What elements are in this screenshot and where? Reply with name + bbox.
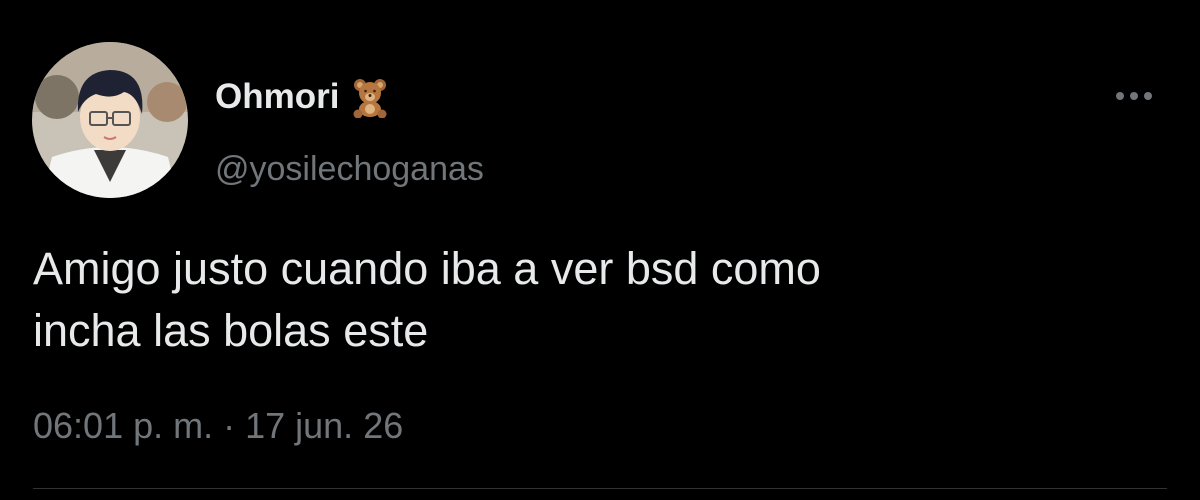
avatar-image [32,42,188,198]
display-name[interactable]: Ohmori [215,77,339,117]
more-horizontal-icon [1116,92,1152,100]
more-options-button[interactable] [1108,78,1160,114]
avatar[interactable] [32,42,188,198]
author-handle[interactable]: @yosilechoganas [215,150,484,189]
tweet-text: Amigo justo cuando iba a ver bsd como in… [33,243,821,356]
tweet-card: Ohmori @yosilechoganas Amigo justo cuand… [0,0,1200,500]
divider [33,488,1167,489]
teddy-bear-icon [349,76,391,119]
author-name-row: Ohmori [215,74,391,120]
tweet-timestamp[interactable]: 06:01 p. m. · 17 jun. 26 [33,405,403,447]
